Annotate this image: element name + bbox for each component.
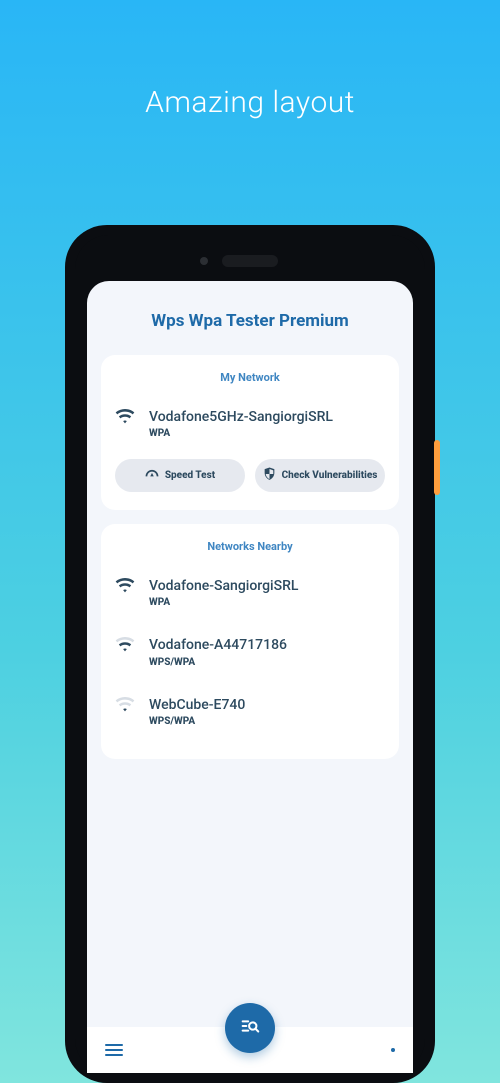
promo-headline: Amazing layout [0,0,500,120]
wifi-full-icon [115,408,135,424]
network-security: WPS/WPA [149,716,385,727]
scan-search-icon [239,1015,261,1041]
more-horizontal-icon [391,1048,395,1052]
network-name: WebCube-E740 [149,696,385,714]
shield-icon [263,467,276,484]
app-title: Wps Wpa Tester Premium [101,311,399,331]
app-screen: Wps Wpa Tester Premium My Network Vodafo… [87,281,413,1073]
phone-speaker [222,255,278,267]
my-network-header: My Network [115,371,385,384]
nearby-network-row[interactable]: Vodafone-SangiorgiSRL WPA [115,569,385,622]
speed-test-label: Speed Test [165,470,215,481]
wifi-full-icon [115,577,135,593]
network-name: Vodafone5GHz-SangiorgiSRL [149,408,385,426]
network-name: Vodafone-A44717186 [149,636,385,654]
wifi-low-icon [115,696,135,712]
my-network-card: My Network Vodafone5GHz-SangiorgiSRL WPA [101,355,399,510]
check-vulnerabilities-label: Check Vulnerabilities [282,470,378,481]
phone-frame: Wps Wpa Tester Premium My Network Vodafo… [65,225,435,1083]
phone-side-button [434,440,440,495]
nearby-network-row[interactable]: Vodafone-A44717186 WPS/WPA [115,622,385,681]
speed-test-button[interactable]: Speed Test [115,459,245,492]
scan-fab-button[interactable] [225,1003,275,1053]
check-vulnerabilities-button[interactable]: Check Vulnerabilities [255,459,385,492]
hamburger-icon [105,1044,123,1056]
networks-nearby-card: Networks Nearby Vodafone-SangiorgiSRL WP… [101,524,399,759]
wifi-mid-icon [115,636,135,652]
network-security: WPS/WPA [149,657,385,668]
speedometer-icon [145,468,159,483]
my-network-row[interactable]: Vodafone5GHz-SangiorgiSRL WPA [115,400,385,453]
networks-nearby-header: Networks Nearby [115,540,385,553]
network-security: WPA [149,597,385,608]
network-security: WPA [149,428,385,439]
more-button[interactable] [391,1048,395,1052]
menu-button[interactable] [105,1041,123,1059]
nearby-network-row[interactable]: WebCube-E740 WPS/WPA [115,682,385,741]
network-name: Vodafone-SangiorgiSRL [149,577,385,595]
